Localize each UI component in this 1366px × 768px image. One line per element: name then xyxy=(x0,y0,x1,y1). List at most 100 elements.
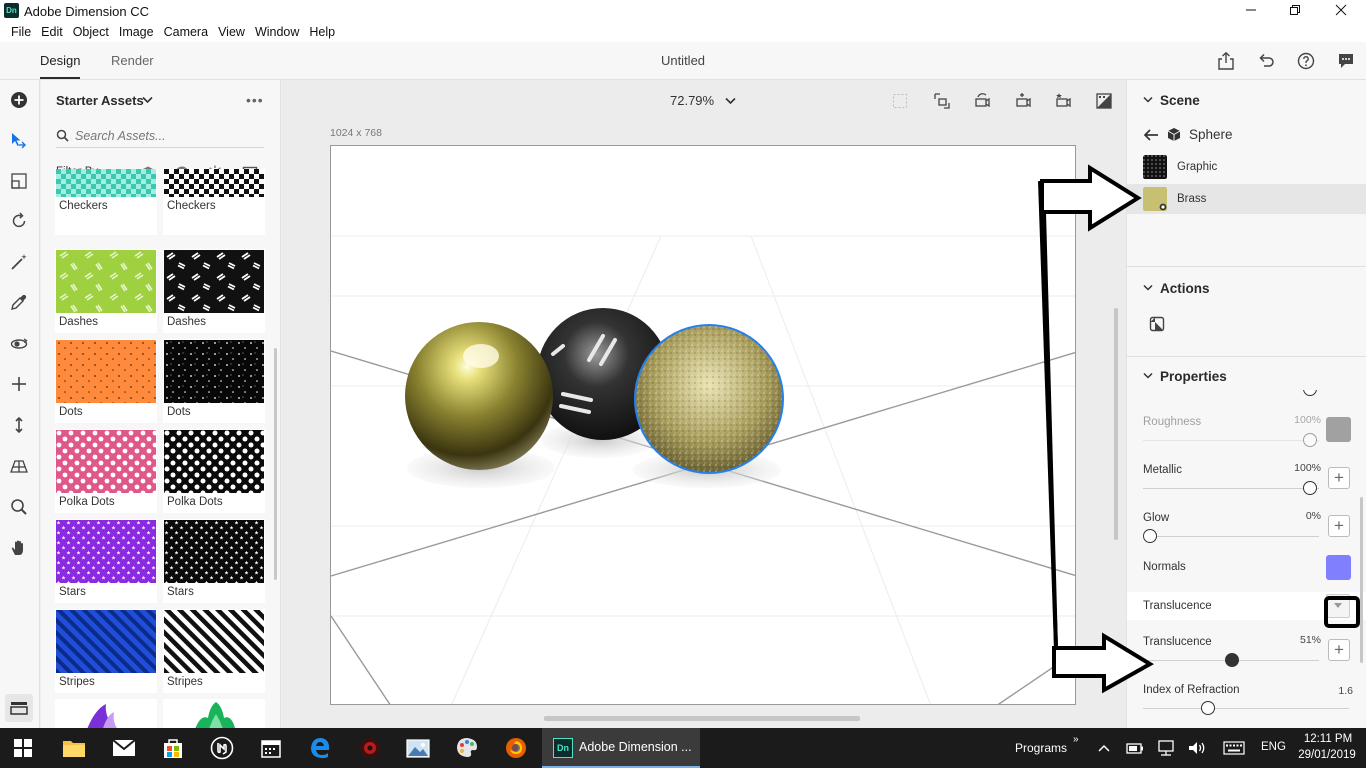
start-button[interactable] xyxy=(9,734,37,762)
tray-keyboard[interactable] xyxy=(1220,734,1248,762)
viewport-vertical-scrollbar[interactable] xyxy=(1114,308,1118,540)
asset-model-green[interactable] xyxy=(163,699,265,728)
tray-battery[interactable] xyxy=(1121,734,1149,762)
scale-tool[interactable] xyxy=(8,170,30,192)
menu-view[interactable]: View xyxy=(213,22,250,42)
taskbar-calendar[interactable] xyxy=(257,734,285,762)
rotate-tool[interactable] xyxy=(8,210,30,232)
camera-fit-button[interactable] xyxy=(932,91,952,111)
taskbar-adobe-dimension[interactable]: Dn Adobe Dimension ... xyxy=(542,728,700,768)
tray-volume[interactable] xyxy=(1183,734,1211,762)
chevron-down-icon[interactable] xyxy=(142,96,153,104)
asset-polka-black[interactable]: Polka Dots xyxy=(163,429,265,513)
prop-translucence-section[interactable]: Translucence xyxy=(1127,592,1366,620)
taskbar-file-explorer[interactable] xyxy=(60,734,88,762)
translucence-dropdown-button[interactable] xyxy=(1326,594,1350,618)
asset-dots-orange[interactable]: Dots xyxy=(55,339,157,423)
properties-scrollbar[interactable] xyxy=(1360,497,1363,663)
asset-checkers-black[interactable]: Checkers xyxy=(163,169,265,235)
asset-dots-black[interactable]: Dots xyxy=(163,339,265,423)
restore-button[interactable] xyxy=(1272,0,1318,22)
scene-canvas[interactable] xyxy=(330,145,1076,705)
asset-stripes-black[interactable]: Stripes xyxy=(163,609,265,693)
place-image-icon[interactable] xyxy=(1149,316,1165,332)
select-tool[interactable] xyxy=(8,130,30,152)
tray-clock-date[interactable]: 29/01/2019 xyxy=(1296,749,1358,761)
asset-polka-pink[interactable]: Polka Dots xyxy=(55,429,157,513)
translucence-knob[interactable] xyxy=(1225,653,1239,667)
ior-slider[interactable] xyxy=(1143,708,1349,709)
camera-orbit-button[interactable] xyxy=(972,91,992,111)
tab-render[interactable]: Render xyxy=(111,53,154,68)
render-preview-button[interactable] xyxy=(1094,91,1114,111)
menu-help[interactable]: Help xyxy=(304,22,340,42)
asset-stars-purple[interactable]: Stars xyxy=(55,519,157,603)
metallic-add-texture-button[interactable]: + xyxy=(1328,467,1350,489)
metallic-slider[interactable] xyxy=(1143,488,1319,489)
glow-add-texture-button[interactable]: + xyxy=(1328,515,1350,537)
hand-tool[interactable] xyxy=(8,537,30,559)
menu-file[interactable]: File xyxy=(6,22,36,42)
taskbar-app-photos[interactable] xyxy=(404,734,432,762)
roughness-texture-swatch[interactable] xyxy=(1326,417,1351,442)
help-button[interactable] xyxy=(1296,51,1316,71)
glow-slider[interactable] xyxy=(1143,536,1319,537)
layer-graphic[interactable]: Graphic xyxy=(1127,152,1366,182)
magic-wand-tool[interactable] xyxy=(8,251,30,273)
camera-pan-button[interactable] xyxy=(1013,91,1033,111)
close-button[interactable] xyxy=(1318,0,1364,22)
eyedropper-tool[interactable] xyxy=(8,291,30,313)
tray-network[interactable] xyxy=(1152,734,1180,762)
asset-dashes-black[interactable]: Dashes xyxy=(163,249,265,333)
tab-design[interactable]: Design xyxy=(40,53,81,79)
menu-window[interactable]: Window xyxy=(250,22,304,42)
taskbar-store[interactable] xyxy=(159,734,187,762)
asset-checkers-teal[interactable]: Checkers xyxy=(55,169,157,235)
ior-knob[interactable] xyxy=(1201,701,1215,715)
frame-selection-button[interactable] xyxy=(890,91,910,111)
menu-edit[interactable]: Edit xyxy=(36,22,68,42)
back-arrow-icon[interactable] xyxy=(1143,128,1159,142)
asset-stripes-blue[interactable]: Stripes xyxy=(55,609,157,693)
horizon-tool[interactable] xyxy=(8,455,30,477)
menu-camera[interactable]: Camera xyxy=(159,22,213,42)
minimize-button[interactable] xyxy=(1228,0,1274,22)
roughness-knob[interactable] xyxy=(1303,433,1317,447)
dolly-tool[interactable] xyxy=(8,414,30,436)
asset-model-purple[interactable] xyxy=(55,699,157,728)
pan-view-tool[interactable] xyxy=(8,373,30,395)
asset-stars-black[interactable]: Stars xyxy=(163,519,265,603)
glow-knob[interactable] xyxy=(1143,529,1157,543)
scene-section-header[interactable]: Scene xyxy=(1127,90,1366,112)
orbit-tool[interactable] xyxy=(8,333,30,355)
chevron-down-icon[interactable] xyxy=(725,97,736,105)
viewport-horizontal-scrollbar[interactable] xyxy=(544,716,860,721)
translucence-add-texture-button[interactable]: + xyxy=(1328,639,1350,661)
share-button[interactable] xyxy=(1216,51,1236,71)
programs-expand[interactable]: » xyxy=(1073,734,1079,745)
add-tool[interactable] xyxy=(8,89,30,111)
roughness-slider[interactable] xyxy=(1143,440,1319,441)
camera-bookmark-button[interactable] xyxy=(1053,91,1073,111)
tray-clock-time[interactable]: 12:11 PM xyxy=(1302,733,1354,745)
search-input[interactable] xyxy=(75,126,260,146)
menu-object[interactable]: Object xyxy=(68,22,114,42)
undo-button[interactable] xyxy=(1256,51,1276,71)
asset-dashes-green[interactable]: Dashes xyxy=(55,249,157,333)
slider-knob[interactable] xyxy=(1303,390,1317,396)
taskbar-programs-toolbar[interactable]: Programs xyxy=(1015,741,1067,755)
taskbar-app-red[interactable] xyxy=(356,734,384,762)
more-options-button[interactable]: ••• xyxy=(246,92,264,108)
taskbar-edge[interactable] xyxy=(306,734,334,762)
feedback-button[interactable] xyxy=(1336,51,1356,71)
tray-language[interactable]: ENG xyxy=(1261,741,1286,753)
toggle-panel-button[interactable] xyxy=(5,694,33,722)
assets-scrollbar[interactable] xyxy=(274,348,277,580)
actions-section-header[interactable]: Actions xyxy=(1127,278,1366,300)
layer-brass[interactable]: Brass xyxy=(1127,184,1366,214)
normals-swatch[interactable] xyxy=(1326,555,1351,580)
taskbar-unreal[interactable] xyxy=(208,734,236,762)
properties-section-header[interactable]: Properties xyxy=(1127,366,1366,388)
taskbar-app-paint[interactable] xyxy=(453,734,481,762)
metallic-knob[interactable] xyxy=(1303,481,1317,495)
